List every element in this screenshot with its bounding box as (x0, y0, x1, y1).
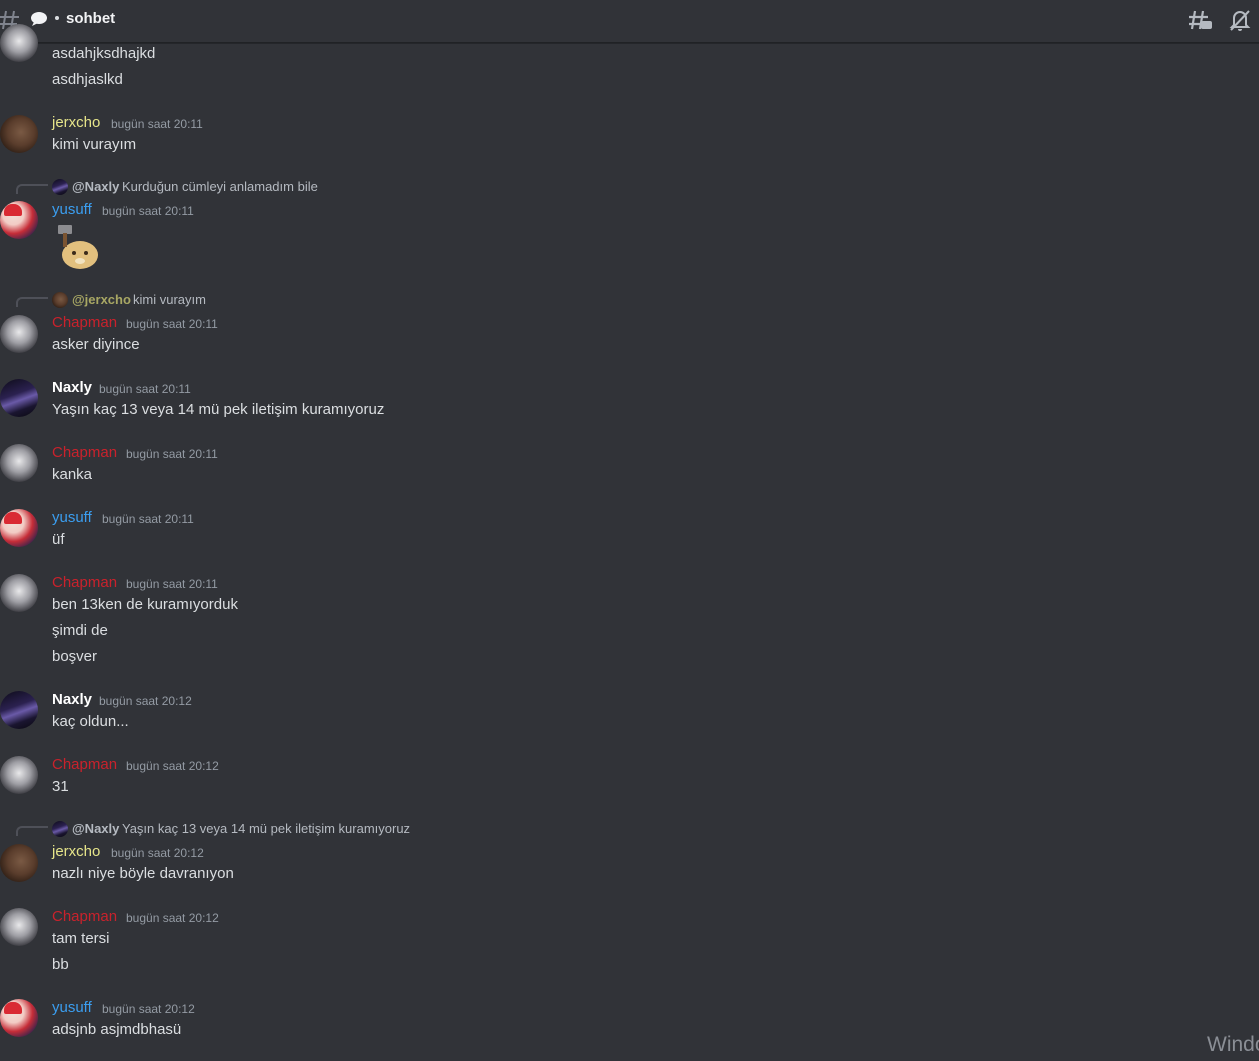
message-text: boşver (52, 648, 98, 665)
reply-preview[interactable]: Kurduğun cümleyi anlamadım bile (122, 179, 318, 195)
username[interactable]: Naxly (52, 379, 92, 397)
avatar[interactable] (0, 756, 38, 794)
username[interactable]: yusuff (52, 509, 92, 527)
reply-username[interactable]: @jerxcho (72, 292, 131, 308)
message-text: bb (52, 956, 69, 973)
timestamp: bugün saat 20:12 (111, 846, 204, 860)
timestamp: bugün saat 20:12 (126, 911, 219, 925)
reply-connector (16, 297, 48, 307)
username[interactable]: jerxcho (52, 114, 100, 132)
reply-connector (16, 826, 48, 836)
reply-avatar (52, 292, 68, 308)
avatar[interactable] (0, 24, 38, 62)
username[interactable]: Chapman (52, 574, 117, 592)
separator-dot (55, 16, 59, 20)
username[interactable]: Chapman (52, 756, 117, 774)
message-text: tam tersi (52, 930, 110, 947)
timestamp: bugün saat 20:12 (126, 759, 219, 773)
message-text: şimdi de (52, 622, 108, 639)
timestamp: bugün saat 20:11 (99, 382, 191, 396)
hammer-dog-sticker (58, 225, 98, 269)
avatar[interactable] (0, 315, 38, 353)
os-activation-watermark: Windo (1207, 1033, 1259, 1056)
message-text: üf (52, 531, 65, 548)
reply-username[interactable]: @Naxly (72, 821, 119, 837)
username[interactable]: yusuff (52, 999, 92, 1017)
timestamp: bugün saat 20:12 (102, 1002, 195, 1016)
username[interactable]: Naxly (52, 691, 92, 709)
timestamp: bugün saat 20:11 (102, 512, 194, 526)
reply-username[interactable]: @Naxly (72, 179, 119, 195)
message-text: asdahjksdhajkd (52, 45, 156, 62)
message-text: kanka (52, 466, 93, 483)
message-text: adsjnb asjmdbhasü (52, 1021, 182, 1038)
avatar[interactable] (0, 379, 38, 417)
message-text: kaç oldun... (52, 713, 129, 730)
timestamp: bugün saat 20:11 (126, 577, 218, 591)
avatar[interactable] (0, 509, 38, 547)
reply-preview[interactable]: kimi vurayım (133, 292, 206, 308)
message-text: asker diyince (52, 336, 140, 353)
avatar[interactable] (0, 691, 38, 729)
reply-avatar (52, 821, 68, 837)
username[interactable]: Chapman (52, 444, 117, 462)
speech-bubble-icon (31, 12, 47, 26)
avatar[interactable] (0, 115, 38, 153)
username[interactable]: Chapman (52, 908, 117, 926)
avatar[interactable] (0, 844, 38, 882)
message-text: 31 (52, 778, 69, 795)
avatar[interactable] (0, 444, 38, 482)
avatar[interactable] (0, 999, 38, 1037)
reply-avatar (52, 179, 68, 195)
timestamp: bugün saat 20:11 (102, 204, 194, 218)
username[interactable]: jerxcho (52, 843, 100, 861)
threads-icon[interactable] (1188, 8, 1214, 32)
avatar[interactable] (0, 908, 38, 946)
notification-bell-muted-icon[interactable] (1229, 8, 1251, 32)
username[interactable]: yusuff (52, 201, 92, 219)
timestamp: bugün saat 20:11 (126, 447, 218, 461)
avatar[interactable] (0, 201, 38, 239)
message-text: ben 13ken de kuramıyorduk (52, 596, 238, 613)
timestamp: bugün saat 20:12 (99, 694, 192, 708)
timestamp: bugün saat 20:11 (111, 117, 203, 131)
reply-preview[interactable]: Yaşın kaç 13 veya 14 mü pek iletişim kur… (122, 821, 410, 837)
reply-connector (16, 184, 48, 194)
message-text: asdhjaslkd (52, 71, 123, 88)
username[interactable]: Chapman (52, 314, 117, 332)
timestamp: bugün saat 20:11 (126, 317, 218, 331)
message-text: kimi vurayım (52, 136, 137, 153)
channel-header: sohbet (0, 0, 1259, 43)
channel-name: sohbet (66, 10, 116, 27)
message-text: Yaşın kaç 13 veya 14 mü pek iletişim kur… (52, 401, 385, 418)
message-text: nazlı niye böyle davranıyon (52, 865, 234, 882)
avatar[interactable] (0, 574, 38, 612)
